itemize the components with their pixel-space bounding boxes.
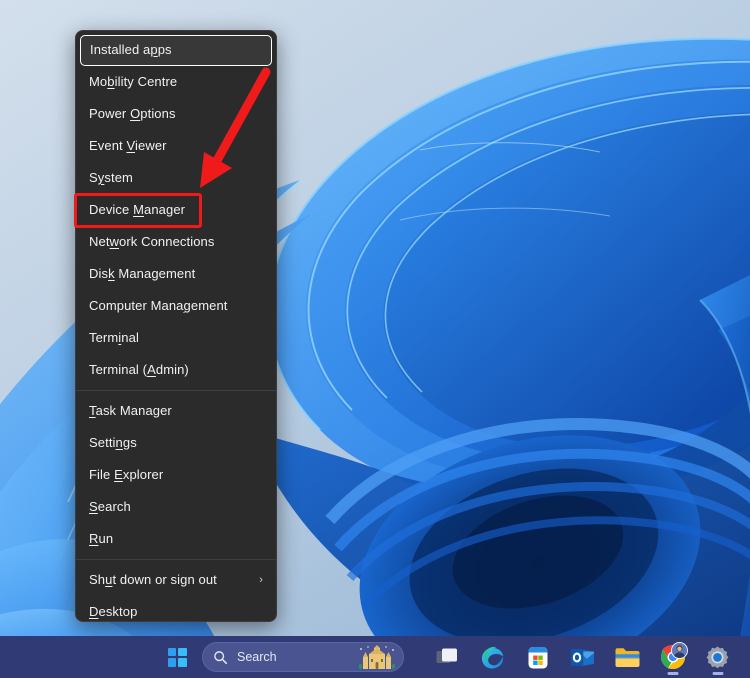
menu-item-file-explorer[interactable]: File Explorer bbox=[76, 459, 276, 491]
menu-item-computer-management[interactable]: Computer Management bbox=[76, 290, 276, 322]
menu-item-label: Terminal (Admin) bbox=[89, 362, 189, 377]
file-explorer-icon[interactable] bbox=[605, 636, 650, 678]
menu-item-label: Terminal bbox=[89, 330, 139, 345]
outlook-icon[interactable] bbox=[560, 636, 605, 678]
menu-item-label: Power Options bbox=[89, 106, 176, 121]
taskbar: Search bbox=[0, 636, 750, 678]
menu-item-label: Disk Management bbox=[89, 266, 195, 281]
menu-item-label: Network Connections bbox=[89, 234, 214, 249]
start-button[interactable] bbox=[160, 640, 194, 674]
menu-item-terminal-admin[interactable]: Terminal (Admin) bbox=[76, 354, 276, 386]
menu-item-label: Task Manager bbox=[89, 403, 172, 418]
taskbar-center-group: Search bbox=[160, 636, 404, 678]
menu-item-run[interactable]: Run bbox=[76, 523, 276, 555]
menu-item-network-connections[interactable]: Network Connections bbox=[76, 226, 276, 258]
menu-item-event-viewer[interactable]: Event Viewer bbox=[76, 130, 276, 162]
menu-item-label: Shut down or sign out bbox=[89, 572, 217, 587]
menu-item-label: Run bbox=[89, 531, 113, 546]
menu-item-task-manager[interactable]: Task Manager bbox=[76, 395, 276, 427]
menu-item-label: Mobility Centre bbox=[89, 74, 177, 89]
windows-logo-icon bbox=[168, 648, 187, 667]
search-box[interactable]: Search bbox=[202, 642, 404, 672]
menu-item-label: Device Manager bbox=[89, 202, 185, 217]
menu-item-system[interactable]: System bbox=[76, 162, 276, 194]
menu-item-shut-down-or-sign-out[interactable]: Shut down or sign out › bbox=[76, 564, 276, 596]
menu-item-disk-management[interactable]: Disk Management bbox=[76, 258, 276, 290]
winx-quick-link-menu[interactable]: Installed apps Mobility Centre Power Optio… bbox=[75, 30, 277, 622]
menu-item-installed-apps[interactable]: Installed apps bbox=[80, 35, 272, 66]
menu-separator bbox=[76, 559, 276, 560]
settings-gear-icon[interactable] bbox=[695, 636, 740, 678]
menu-item-label: Desktop bbox=[89, 604, 137, 619]
chevron-right-icon: › bbox=[259, 564, 263, 596]
menu-item-label: System bbox=[89, 170, 133, 185]
menu-item-search[interactable]: Search bbox=[76, 491, 276, 523]
menu-item-label: Computer Management bbox=[89, 298, 228, 313]
chrome-profile-badge[interactable] bbox=[671, 642, 688, 659]
search-placeholder: Search bbox=[237, 650, 277, 664]
menu-item-desktop[interactable]: Desktop bbox=[76, 596, 276, 622]
menu-item-label: Search bbox=[89, 499, 131, 514]
menu-item-settings[interactable]: Settings bbox=[76, 427, 276, 459]
desktop-screen: Installed apps Mobility Centre Power Optio… bbox=[0, 0, 750, 678]
taskbar-app-icons bbox=[425, 636, 740, 678]
menu-item-power-options[interactable]: Power Options bbox=[76, 98, 276, 130]
menu-item-mobility-centre[interactable]: Mobility Centre bbox=[76, 66, 276, 98]
menu-item-terminal[interactable]: Terminal bbox=[76, 322, 276, 354]
menu-item-label: Installed apps bbox=[90, 42, 172, 57]
menu-item-device-manager[interactable]: Device Manager bbox=[76, 194, 276, 226]
castle-doodle[interactable] bbox=[357, 645, 397, 671]
running-indicator bbox=[712, 672, 723, 675]
microsoft-store-icon[interactable] bbox=[515, 636, 560, 678]
google-chrome-icon[interactable] bbox=[650, 636, 695, 678]
menu-separator bbox=[76, 390, 276, 391]
microsoft-edge-icon[interactable] bbox=[470, 636, 515, 678]
menu-item-label: Settings bbox=[89, 435, 137, 450]
menu-item-label: Event Viewer bbox=[89, 138, 167, 153]
running-indicator bbox=[667, 672, 678, 675]
task-view-icon[interactable] bbox=[425, 636, 470, 678]
menu-item-label: File Explorer bbox=[89, 467, 163, 482]
search-icon bbox=[213, 650, 228, 665]
